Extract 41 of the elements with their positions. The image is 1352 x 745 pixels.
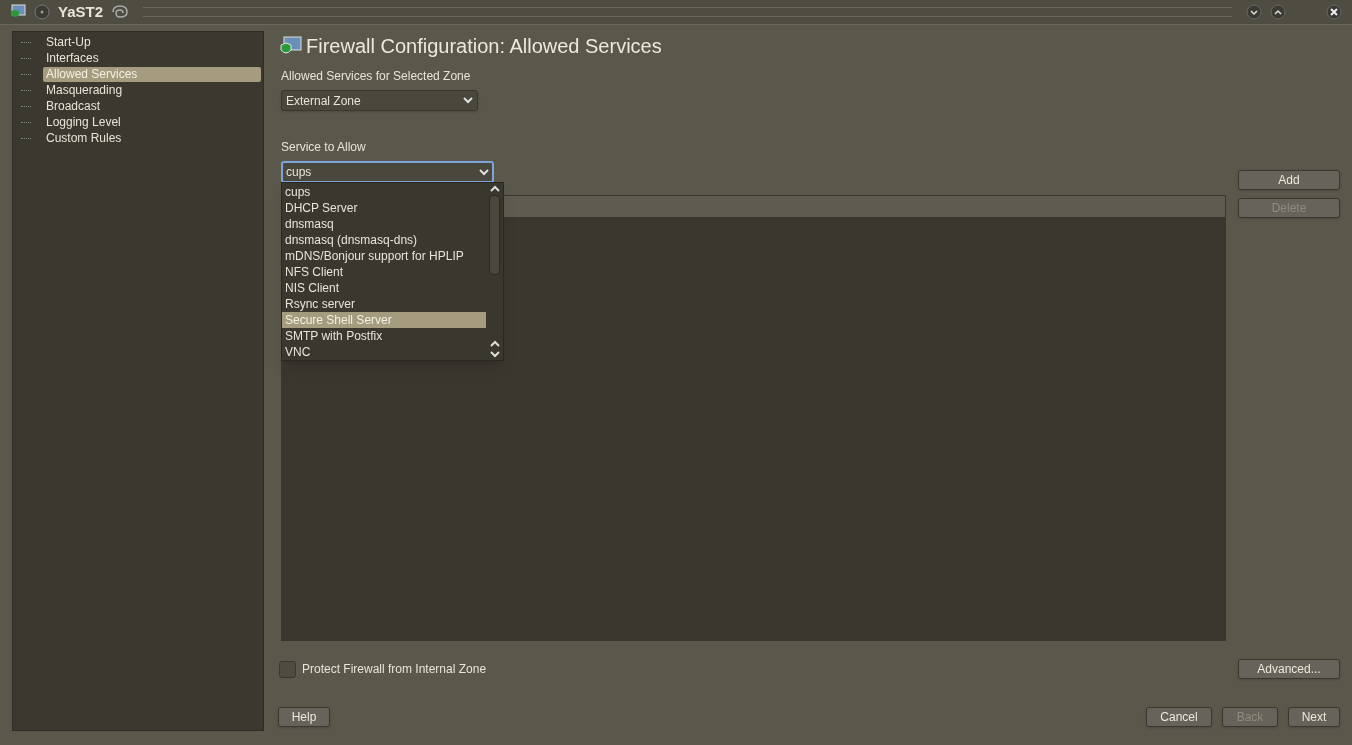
dropdown-option[interactable]: cups <box>282 184 486 200</box>
minimize-icon[interactable] <box>1246 4 1262 20</box>
next-button[interactable]: Next <box>1288 707 1340 727</box>
service-dropdown[interactable]: cups <box>281 161 494 183</box>
sidebar-item[interactable]: Logging Level <box>43 114 261 130</box>
help-button[interactable]: Help <box>278 707 330 727</box>
dropdown-option[interactable]: dnsmasq <box>282 216 486 232</box>
checkbox[interactable] <box>279 660 296 678</box>
maximize-icon[interactable] <box>1270 4 1286 20</box>
scroll-down-icon[interactable] <box>489 350 500 358</box>
cancel-button[interactable]: Cancel <box>1146 707 1212 727</box>
sidebar-item[interactable]: Start-Up <box>43 34 261 50</box>
dropdown-option[interactable]: SMTP with Postfix <box>282 328 486 344</box>
dropdown-option[interactable]: NFS Client <box>282 264 486 280</box>
sidebar-item[interactable]: Broadcast <box>43 98 261 114</box>
zone-label: Allowed Services for Selected Zone <box>281 68 472 85</box>
chevron-down-icon <box>463 97 473 104</box>
chevron-down-icon <box>479 168 489 176</box>
checkbox-label: Protect Firewall from Internal Zone <box>302 661 487 678</box>
scroll-up-icon[interactable] <box>489 185 500 193</box>
scrollbar-thumb[interactable] <box>489 195 500 275</box>
close-icon[interactable] <box>1326 4 1342 20</box>
dropdown-option[interactable]: VNC <box>282 344 486 360</box>
dropdown-option[interactable]: dnsmasq (dnsmasq-dns) <box>282 232 486 248</box>
dropdown-option[interactable]: Rsync server <box>282 296 486 312</box>
sidebar-item[interactable]: Interfaces <box>43 50 261 66</box>
add-button[interactable]: Add <box>1238 170 1340 190</box>
sidebar-item[interactable]: Custom Rules <box>43 130 261 146</box>
spiral-logo-icon <box>111 5 130 19</box>
page-heading: Firewall Configuration: Allowed Services <box>306 34 662 59</box>
dropdown-option[interactable]: DHCP Server <box>282 200 486 216</box>
scroll-up-icon[interactable] <box>489 340 500 348</box>
service-label: Service to Allow <box>281 139 367 156</box>
window-title: YaST2 <box>58 1 104 22</box>
zone-dropdown[interactable]: External Zone <box>281 90 478 111</box>
sidebar-item[interactable]: Masquerading <box>43 82 261 98</box>
dropdown-option[interactable]: NIS Client <box>282 280 486 296</box>
advanced-button[interactable]: Advanced... <box>1238 659 1340 679</box>
dropdown-option[interactable]: mDNS/Bonjour support for HPLIP <box>282 248 486 264</box>
scrollbar[interactable] <box>486 183 503 360</box>
monitor-shield-icon <box>10 4 26 20</box>
